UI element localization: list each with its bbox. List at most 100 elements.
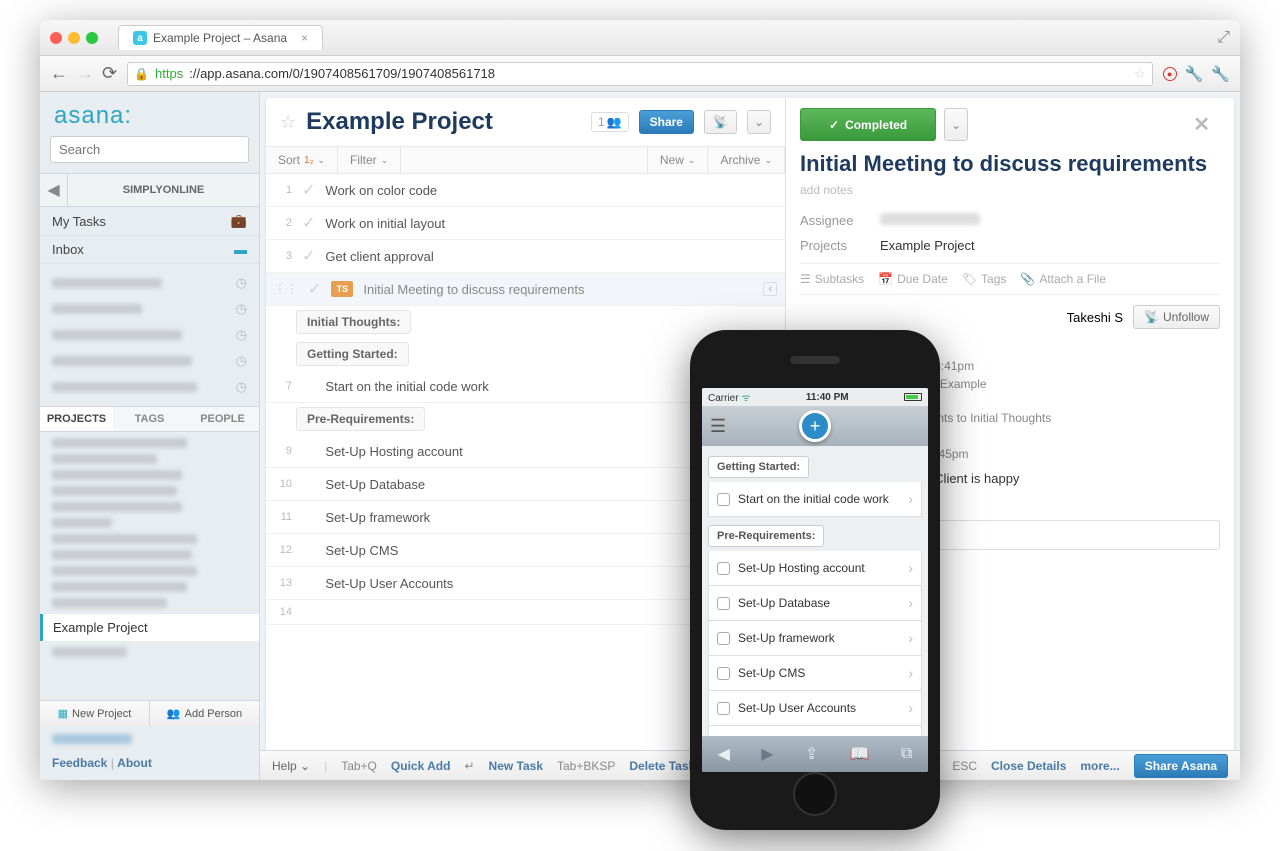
task-row[interactable]: 1✓Work on color code (266, 174, 785, 207)
section-label[interactable]: Initial Thoughts: (296, 310, 411, 334)
about-link[interactable]: About (117, 756, 152, 770)
unfollow-button[interactable]: 📡Unfollow (1133, 305, 1220, 329)
back-icon[interactable]: ← (50, 63, 68, 84)
check-icon[interactable]: ✓ (308, 279, 321, 299)
add-notes[interactable]: add notes (800, 183, 1220, 197)
maximize-window-icon[interactable] (86, 32, 98, 44)
subtasks-action[interactable]: ☰ Subtasks (800, 272, 864, 286)
bookmarks-icon[interactable]: 📖 (850, 744, 870, 764)
checkbox-icon[interactable] (717, 562, 730, 575)
task-title[interactable]: Initial Meeting to discuss requirements (800, 151, 1220, 177)
asana-logo: asana: (40, 92, 259, 136)
hamburger-icon[interactable]: ☰ (710, 416, 726, 437)
address-bar[interactable]: 🔒 https://app.asana.com/0/1907408561709/… (127, 62, 1153, 86)
close-tab-icon[interactable]: × (301, 31, 308, 45)
chevron-right-icon: › (908, 700, 913, 716)
star-icon[interactable]: ☆ (1134, 66, 1146, 82)
spanner-icon[interactable]: 🔧 (1211, 65, 1230, 83)
follower-name: Takeshi S (1067, 310, 1123, 325)
back-icon[interactable]: ◀ (718, 744, 730, 764)
sort-button[interactable]: Sort 1₂⌄ (266, 147, 338, 173)
search-input[interactable] (50, 136, 249, 163)
chevron-right-icon: › (908, 630, 913, 646)
collapse-icon[interactable]: ‹ (763, 282, 777, 296)
user-link[interactable] (40, 726, 259, 752)
due-date-action[interactable]: 📅 Due Date (878, 272, 948, 286)
check-icon[interactable]: ✓ (302, 246, 315, 266)
checkbox-icon[interactable] (717, 702, 730, 715)
assignee-value[interactable] (880, 213, 980, 225)
add-person-button[interactable]: 👥Add Person (150, 701, 259, 726)
check-icon[interactable]: ✓ (302, 213, 315, 233)
projects-value[interactable]: Example Project (880, 238, 975, 253)
checkbox-icon[interactable] (717, 597, 730, 610)
tab-projects[interactable]: PROJECTS (40, 407, 113, 431)
sidebar-my-tasks[interactable]: My Tasks💼 (40, 207, 259, 236)
minimize-window-icon[interactable] (68, 32, 80, 44)
section-label[interactable]: Getting Started: (296, 342, 409, 366)
people-icon: 👥 (607, 115, 622, 129)
sidebar-inbox[interactable]: Inbox▬ (40, 236, 259, 264)
new-button[interactable]: New ⌄ (647, 147, 708, 173)
section-label[interactable]: Pre-Requirements: (296, 407, 425, 431)
iphone-safari-bar: ◀ ▶ ⇪ 📖 ⧉ (702, 736, 928, 772)
help-button[interactable]: Help ⌄ (272, 759, 310, 773)
task-row-selected[interactable]: ⋮⋮ ✓ TS Initial Meeting to discuss requi… (266, 273, 785, 306)
chevron-down-icon: ⌄ (754, 115, 764, 129)
iphone-task-row[interactable]: › (708, 726, 922, 736)
task-row[interactable]: 3✓Get client approval (266, 240, 785, 273)
complete-menu-button[interactable]: ⌄ (944, 108, 968, 141)
checkbox-icon[interactable] (717, 667, 730, 680)
plus-icon: ▦ (58, 707, 68, 720)
sidebar-project-active[interactable]: Example Project (40, 614, 259, 641)
favorite-star-icon[interactable]: ☆ (280, 112, 296, 133)
quick-add-link[interactable]: Quick Add (391, 759, 451, 773)
more-link[interactable]: more... (1080, 759, 1119, 773)
new-task-link[interactable]: New Task (489, 759, 543, 773)
home-button-icon[interactable] (806, 789, 824, 807)
follower-count[interactable]: 1👥 (591, 112, 629, 132)
check-icon[interactable]: ✓ (302, 180, 315, 200)
filter-button[interactable]: Filter ⌄ (338, 147, 401, 173)
tab-tags[interactable]: TAGS (113, 407, 186, 431)
iphone-task-row[interactable]: Set-Up Database› (708, 586, 922, 621)
complete-button[interactable]: ✓Completed (800, 108, 936, 141)
workspace-back-icon[interactable]: ◀ (40, 174, 68, 206)
tab-title: Example Project – Asana (153, 31, 287, 45)
browser-tab[interactable]: a Example Project – Asana × (118, 25, 323, 50)
iphone-task-row[interactable]: Set-Up framework› (708, 621, 922, 656)
iphone-section: Pre-Requirements: (708, 525, 824, 547)
feedback-link[interactable]: Feedback (52, 756, 107, 770)
workspace-name[interactable]: SIMPLYONLINE (68, 178, 259, 202)
expand-icon[interactable]: ⤢ (1217, 29, 1230, 47)
drag-handle-icon[interactable]: ⋮⋮ (274, 282, 298, 296)
tabs-icon[interactable]: ⧉ (901, 745, 912, 763)
tags-action[interactable]: 🏷 Tags (962, 272, 1007, 286)
iphone-task-row[interactable]: Set-Up CMS› (708, 656, 922, 691)
extension-icon[interactable]: ● (1163, 67, 1177, 81)
project-menu-button[interactable]: ⌄ (747, 110, 771, 134)
share-icon[interactable]: ⇪ (805, 744, 818, 764)
task-row[interactable]: 2✓Work on initial layout (266, 207, 785, 240)
iphone-task-row[interactable]: Set-Up User Accounts› (708, 691, 922, 726)
attach-action[interactable]: 📎 Attach a File (1020, 272, 1106, 286)
wrench-icon[interactable]: 🔧 (1185, 65, 1204, 83)
close-window-icon[interactable] (50, 32, 62, 44)
close-details-link[interactable]: Close Details (991, 759, 1066, 773)
archive-button[interactable]: Archive ⌄ (707, 147, 785, 173)
delete-task-link[interactable]: Delete Task (629, 759, 695, 773)
share-button[interactable]: Share (639, 110, 694, 134)
close-detail-button[interactable]: ✕ (1183, 108, 1220, 141)
checkbox-icon[interactable] (717, 632, 730, 645)
mac-window-bar: a Example Project – Asana × ⤢ (40, 20, 1240, 56)
tab-people[interactable]: PEOPLE (186, 407, 259, 431)
add-task-button[interactable]: + (799, 410, 831, 442)
iphone-task-row[interactable]: Start on the initial code work› (708, 482, 922, 517)
checkbox-icon[interactable] (717, 493, 730, 506)
iphone-task-row[interactable]: Set-Up Hosting account› (708, 551, 922, 586)
lock-icon: 🔒 (134, 67, 149, 81)
rss-button[interactable]: 📡 (704, 110, 737, 134)
reload-icon[interactable]: ⟳ (102, 63, 117, 84)
new-project-button[interactable]: ▦New Project (40, 701, 150, 726)
share-asana-button[interactable]: Share Asana (1134, 754, 1228, 778)
